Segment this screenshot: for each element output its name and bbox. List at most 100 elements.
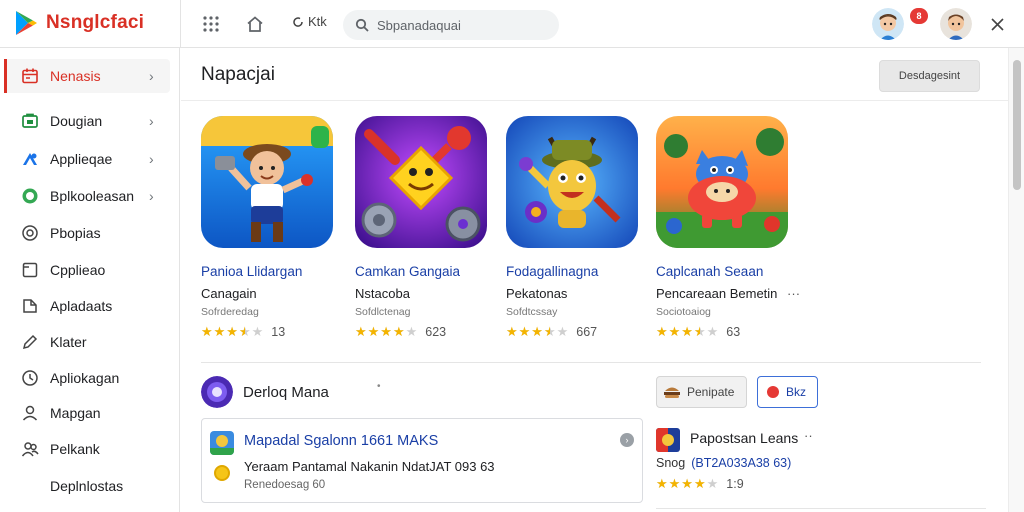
sidebar-item-label: Pelkank (50, 441, 100, 457)
app-card[interactable]: Camkan Gangaia Nstacoba Sofdlctenag ★★★★… (355, 116, 495, 346)
developer-dot: • (377, 381, 381, 392)
account-avatar[interactable] (940, 8, 972, 40)
scrollbar[interactable] (1008, 48, 1024, 512)
side-item-title[interactable]: Papostsan Leans (690, 430, 798, 446)
chip-penipate[interactable]: Penipate (656, 376, 747, 408)
rating-stars: ★★★★★★★★★★ (656, 324, 720, 339)
list-card-app-icon (210, 431, 234, 455)
app-developer[interactable]: Canagain (201, 286, 257, 301)
app-card[interactable]: Caplcanah Seaan Pencareaan Bemetin ··· S… (656, 116, 846, 346)
search-box[interactable] (343, 10, 559, 40)
rating-stars: ★★★★★★★★★★ (355, 324, 419, 339)
side-item-meta-prefix: Snog (656, 456, 686, 470)
app-thumbnail[interactable] (201, 116, 333, 248)
app-thumbnail[interactable] (355, 116, 487, 248)
list-card-action-icon[interactable]: › (620, 433, 634, 447)
square-icon (20, 260, 40, 280)
sidebar-item-pelkank[interactable]: Pelkank (4, 432, 170, 466)
sidebar-item-klater[interactable]: Klater (4, 325, 170, 359)
sidebar: Nenasis › Dougian › Applieqae › Bplkoole… (0, 48, 180, 512)
rating-stars: ★★★★★★★★★★ (656, 476, 720, 491)
app-card[interactable]: Panioa Llidargan Canagain Sofrderedag ★★… (201, 116, 341, 346)
heart-icon (767, 386, 779, 398)
close-button[interactable] (985, 12, 1009, 36)
rating-count: 623 (425, 325, 447, 339)
main-content: Napacjai Desdagesint Panioa Llidargan Ca… (181, 48, 1008, 512)
rating-stars: ★★★★★★★★★★ (506, 324, 570, 339)
app-title[interactable]: Fodagallinagna (506, 264, 598, 279)
app-thumbnail[interactable] (656, 116, 788, 248)
app-title[interactable]: Caplcanah Seaan (656, 264, 763, 279)
sidebar-item-label: Nenasis (50, 68, 101, 84)
rating-count: 63 (726, 325, 741, 339)
side-list-item[interactable]: Papostsan Leans ·· Snog (BT2A033A38 63) ★… (656, 424, 986, 504)
notification-badge[interactable]: 8 (910, 8, 928, 24)
app-thumbnail[interactable] (506, 116, 638, 248)
sidebar-item-apladaats[interactable]: Apladaats (4, 289, 170, 323)
sidebar-item-pbopias[interactable]: Pbopias (4, 216, 170, 250)
sidebar-item-mapgan[interactable]: Mapgan (4, 396, 170, 430)
sidebar-item-bplkooleasan[interactable]: Bplkooleasan › (4, 179, 170, 213)
home-icon[interactable] (243, 12, 267, 36)
sidebar-item-cpplieao[interactable]: Cpplieao (4, 253, 170, 287)
list-card[interactable]: Mapadal Sgalonn 1661 MAKS Yeraam Pantama… (201, 418, 643, 503)
app-developer[interactable]: Pekatonas (506, 286, 567, 301)
chevron-right-icon: › (149, 113, 154, 129)
header-action-button[interactable]: Desdagesint (879, 60, 980, 92)
chip-bkz[interactable]: Bkz (757, 376, 818, 408)
list-card-description: Yeraam Pantamal Nakanin NdatJAT 093 63 (244, 459, 495, 474)
chevron-right-icon: › (149, 68, 154, 84)
sidebar-item-applieqae[interactable]: Applieqae › (4, 142, 170, 176)
side-item-divider (656, 508, 986, 509)
app-card[interactable]: Fodagallinagna Pekatonas Sofdtcssay ★★★★… (506, 116, 646, 346)
pencil-icon (20, 332, 40, 352)
list-card-meta: Renedoesag 60 (244, 479, 326, 491)
app-developer[interactable]: Nstacoba (355, 286, 410, 301)
rating-stars: ★★★★★★★★★★ (201, 324, 265, 339)
topbar-divider (180, 0, 181, 48)
person-icon (20, 403, 40, 423)
rating-count: 667 (576, 325, 598, 339)
scrollbar-thumb[interactable] (1013, 60, 1021, 190)
side-item-meta-value: (BT2A033A38 63) (691, 456, 792, 470)
app-developer[interactable]: Pencareaan Bemetin ··· (656, 286, 800, 301)
android-icon (20, 186, 40, 206)
sidebar-item-label: Pbopias (50, 225, 101, 241)
top-bar: Nsnglcfaci Ktk Sbpanadaquai 8 (0, 0, 1024, 48)
burger-icon (664, 387, 680, 398)
search-input[interactable] (377, 17, 547, 33)
sync-status[interactable]: Ktk (292, 14, 327, 29)
sidebar-item-apliokagan[interactable]: Apliokagan (4, 361, 170, 395)
sidebar-item-label: Apladaats (50, 298, 113, 314)
developer-logo[interactable] (201, 376, 233, 408)
more-options-icon[interactable]: ··· (787, 286, 800, 301)
app-title[interactable]: Panioa Llidargan (201, 264, 302, 279)
more-options-icon[interactable]: ·· (804, 428, 813, 443)
puzzle-icon (20, 149, 40, 169)
chip-label: Bkz (786, 385, 807, 399)
app-rating: ★★★★★★★★★★ 13 (201, 324, 285, 340)
play-console-window: Nsnglcfaci Ktk Sbpanadaquai 8 Nenasis › … (0, 0, 1024, 512)
user-avatar[interactable] (872, 8, 904, 40)
sidebar-item-label: Deplnlostas (50, 478, 124, 494)
sidebar-item-label: Klater (50, 334, 87, 350)
sidebar-item-label: Mapgan (50, 405, 101, 421)
side-item-meta: Snog (BT2A033A38 63) (656, 456, 791, 470)
calendar-icon (20, 66, 40, 86)
apps-grid-icon[interactable] (199, 12, 223, 36)
header-divider (181, 100, 1008, 101)
sidebar-item-deplnlostas[interactable]: Deplnlostas (4, 469, 170, 503)
sidebar-item-nenasis[interactable]: Nenasis › (4, 59, 170, 93)
developer-name[interactable]: Derloq Mana (243, 384, 329, 401)
app-title[interactable]: Camkan Gangaia (355, 264, 460, 279)
search-icon (355, 18, 369, 32)
rating-count: 1:9 (726, 477, 744, 491)
people-icon (20, 439, 40, 459)
sidebar-item-dougian[interactable]: Dougian › (4, 104, 170, 138)
chip-label: Penipate (687, 385, 735, 399)
app-category: Sofrderedag (201, 306, 259, 318)
list-card-title[interactable]: Mapadal Sgalonn 1661 MAKS (244, 433, 438, 449)
app-rating: ★★★★★★★★★★ 63 (656, 324, 740, 340)
sidebar-item-label: Apliokagan (50, 370, 120, 386)
brand[interactable]: Nsnglcfaci (14, 8, 144, 38)
